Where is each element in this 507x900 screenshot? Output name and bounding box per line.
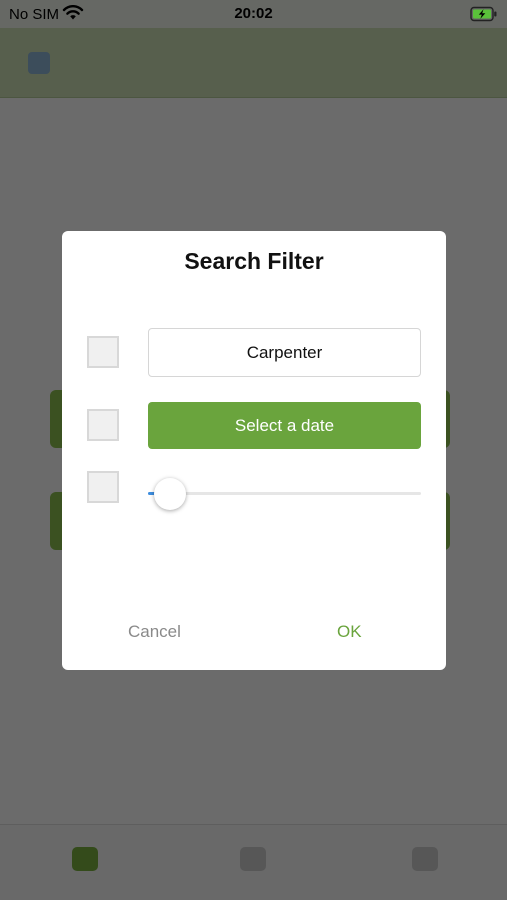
dialog-title: Search Filter: [184, 248, 324, 274]
date-filter-checkbox[interactable]: [87, 409, 119, 441]
name-filter-input[interactable]: Carpenter: [148, 328, 421, 377]
cancel-button[interactable]: Cancel: [128, 622, 181, 642]
select-date-button[interactable]: Select a date: [148, 402, 421, 449]
slider-thumb[interactable]: [154, 478, 186, 510]
range-slider[interactable]: [148, 476, 421, 510]
battery-charging-icon: [470, 6, 498, 27]
slider-track: [148, 492, 421, 495]
range-filter-checkbox[interactable]: [87, 471, 119, 503]
name-filter-checkbox[interactable]: [87, 336, 119, 368]
ok-button[interactable]: OK: [337, 622, 362, 642]
status-time: 20:02: [234, 5, 273, 22]
search-filter-dialog: Search Filter Carpenter Select a date Ca…: [62, 231, 446, 670]
